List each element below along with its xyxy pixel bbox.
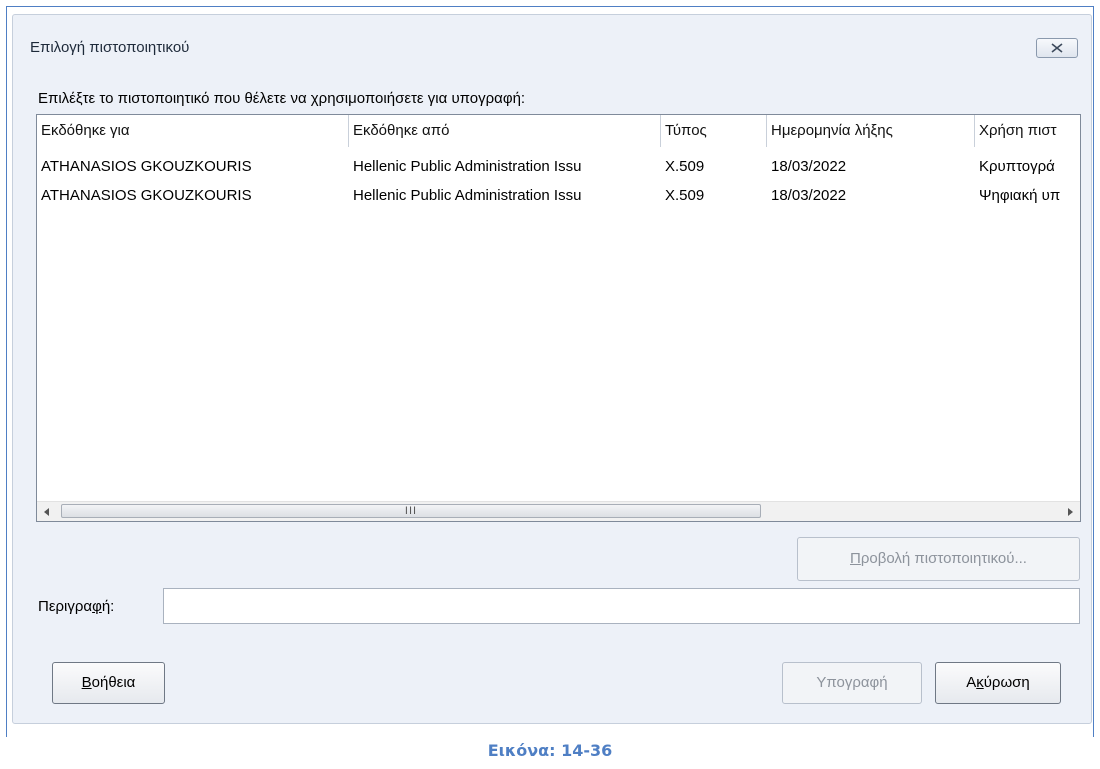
cell-issued-by: Hellenic Public Administration Issu xyxy=(353,158,582,175)
certificate-list[interactable]: Εκδόθηκε για Εκδόθηκε από Τύπος Ημερομην… xyxy=(36,114,1081,522)
cell-usage: Ψηφιακή υπ xyxy=(979,187,1061,204)
table-row[interactable]: ATHANASIOS GKOUZKOURIS Hellenic Public A… xyxy=(37,152,1080,181)
column-header-issued-to[interactable]: Εκδόθηκε για xyxy=(37,115,349,147)
view-certificate-label: ροβολή πιστοποιητικού... xyxy=(860,550,1027,567)
prompt-text: Επιλέξτε το πιστοποιητικό που θέλετε να … xyxy=(38,90,526,107)
description-label-accesskey: φ xyxy=(92,598,102,615)
table-row[interactable]: ATHANASIOS GKOUZKOURIS Hellenic Public A… xyxy=(37,181,1080,210)
view-certificate-button[interactable]: Προβολή πιστοποιητικού... xyxy=(797,537,1080,581)
help-button[interactable]: Βοήθεια xyxy=(52,662,165,704)
dialog-title: Επιλογή πιστοποιητικού xyxy=(30,39,190,56)
column-header-issued-by[interactable]: Εκδόθηκε από xyxy=(349,115,661,147)
cell-issued-to: ATHANASIOS GKOUZKOURIS xyxy=(41,158,252,175)
sign-button[interactable]: Υπογραφή xyxy=(782,662,922,704)
scrollbar-thumb[interactable]: III xyxy=(61,504,761,518)
arrow-right-icon xyxy=(1068,507,1073,516)
cancel-label-start: Α xyxy=(966,674,977,691)
horizontal-scrollbar[interactable]: III xyxy=(37,501,1080,521)
cell-usage: Κρυπτογρά xyxy=(979,158,1055,175)
cancel-button[interactable]: Ακύρωση xyxy=(935,662,1061,704)
scroll-right-button[interactable] xyxy=(1060,502,1080,521)
cell-type: X.509 xyxy=(665,187,705,204)
column-header-usage[interactable]: Χρήση πιστ xyxy=(975,115,1080,147)
close-button[interactable] xyxy=(1036,38,1078,58)
cell-expiry-date: 18/03/2022 xyxy=(771,158,847,175)
figure-caption: Εικόνα: 14-36 xyxy=(487,741,613,760)
view-certificate-accesskey: Π xyxy=(850,550,861,567)
cell-expiry-date: 18/03/2022 xyxy=(771,187,847,204)
description-field[interactable] xyxy=(163,588,1080,624)
cell-issued-by: Hellenic Public Administration Issu xyxy=(353,187,582,204)
list-header: Εκδόθηκε για Εκδόθηκε από Τύπος Ημερομην… xyxy=(37,115,1080,147)
scrollbar-grip: III xyxy=(404,505,418,517)
arrow-left-icon xyxy=(44,507,49,516)
close-icon xyxy=(1051,43,1063,53)
help-accesskey: Β xyxy=(81,674,92,691)
cell-type: X.509 xyxy=(665,158,705,175)
cell-issued-to: ATHANASIOS GKOUZKOURIS xyxy=(41,187,252,204)
scroll-left-button[interactable] xyxy=(37,502,57,521)
description-label: Περιγραφή: xyxy=(38,598,114,615)
description-label-start: Περιγρα xyxy=(38,598,93,615)
column-header-expiry-date[interactable]: Ημερομηνία λήξης xyxy=(767,115,975,147)
cancel-label-end: ύρωση xyxy=(983,674,1030,691)
cancel-accesskey: κ xyxy=(976,674,984,691)
description-label-end: ή: xyxy=(101,598,115,615)
help-label: οήθεια xyxy=(91,674,136,691)
column-header-type[interactable]: Τύπος xyxy=(661,115,767,147)
